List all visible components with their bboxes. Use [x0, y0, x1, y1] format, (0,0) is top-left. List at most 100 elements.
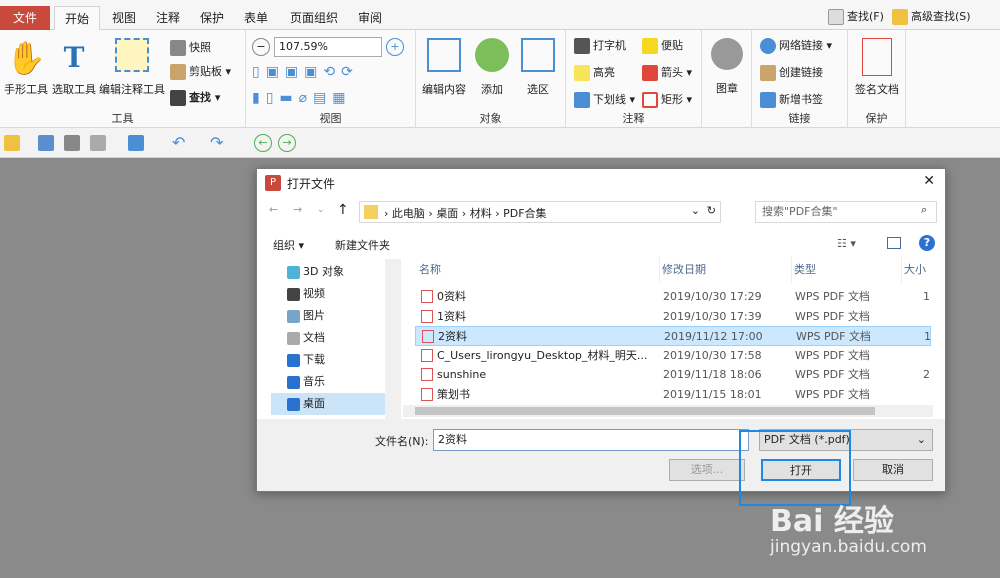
- print-icon[interactable]: [64, 135, 80, 151]
- file-date: 2019/10/30 17:58: [663, 348, 762, 362]
- tab-page-org[interactable]: 页面组织: [282, 6, 346, 30]
- hand-tool-button[interactable]: ✋ 手形工具: [2, 38, 50, 97]
- tab-protect[interactable]: 保护: [192, 6, 232, 30]
- download-icon: [287, 353, 300, 367]
- web-link-button[interactable]: 网络链接 ▾: [760, 36, 832, 56]
- sign-doc-button[interactable]: 签名文档: [852, 38, 902, 97]
- nav-item-pictures[interactable]: 图片: [271, 305, 401, 327]
- organize-button[interactable]: 组织 ▾: [273, 237, 304, 253]
- highlight-button[interactable]: 高亮: [574, 63, 615, 83]
- new-bookmark-button[interactable]: 新增书签: [760, 90, 823, 110]
- back-icon[interactable]: ←: [254, 134, 272, 152]
- tab-view[interactable]: 视图: [104, 6, 144, 30]
- forward-icon[interactable]: →: [278, 134, 296, 152]
- horizontal-scrollbar[interactable]: [403, 405, 933, 417]
- chevron-down-icon[interactable]: ⌄: [691, 204, 700, 217]
- text-cursor-icon: T: [63, 41, 85, 74]
- help-icon[interactable]: ?: [919, 235, 935, 251]
- column-header-size[interactable]: 大小: [901, 257, 931, 283]
- edit-annot-button[interactable]: 编辑注释工具: [98, 38, 166, 97]
- redo-icon[interactable]: ↷: [210, 133, 223, 152]
- address-bar[interactable]: › 此电脑 › 桌面 › 材料 › PDF合集 ⌄ ↻: [359, 201, 721, 223]
- edit-content-button[interactable]: 编辑内容: [420, 38, 468, 97]
- refresh-icon[interactable]: ↻: [707, 204, 716, 217]
- close-icon[interactable]: ✕: [923, 173, 935, 189]
- tab-annotate[interactable]: 注释: [148, 6, 188, 30]
- file-size: 1: [923, 290, 930, 303]
- scan-icon[interactable]: [128, 135, 144, 151]
- new-folder-button[interactable]: 新建文件夹: [335, 237, 390, 253]
- find-button[interactable]: 查找(F): [828, 8, 884, 25]
- column-header-type[interactable]: 类型: [791, 257, 901, 283]
- view-mode-icons[interactable]: ▮▯▬⌀▤▦: [252, 90, 408, 110]
- file-row[interactable]: 1资料 2019/10/30 17:39 WPS PDF 文档: [415, 307, 931, 327]
- region-button[interactable]: 选区: [516, 38, 560, 97]
- advanced-find-button[interactable]: 高级查找(S): [892, 8, 971, 25]
- crumb[interactable]: 桌面: [436, 207, 458, 220]
- bookmark-icon: [760, 92, 776, 108]
- tab-file[interactable]: 文件: [0, 6, 50, 30]
- camera-icon: [170, 40, 186, 56]
- view-options-icon[interactable]: ☷ ▾: [837, 237, 856, 250]
- file-row-selected[interactable]: 2资料 2019/11/12 17:00 WPS PDF 文档 1: [415, 326, 931, 346]
- column-header-modified[interactable]: 修改日期: [659, 257, 791, 283]
- file-row[interactable]: C_Users_lirongyu_Desktop_材料_明天... 2019/10…: [415, 346, 931, 366]
- tab-review[interactable]: 审阅: [350, 6, 390, 30]
- options-button[interactable]: 选项...: [669, 459, 745, 481]
- recent-dropdown-icon[interactable]: ⌄: [317, 205, 325, 215]
- column-header-name[interactable]: 名称: [419, 257, 659, 283]
- cube-icon: [287, 265, 300, 279]
- nav-item-video[interactable]: 视频: [271, 283, 401, 305]
- crumb[interactable]: 材料: [470, 207, 492, 220]
- zoom-in-button[interactable]: +: [386, 38, 404, 56]
- rect-button[interactable]: 矩形 ▾: [642, 90, 692, 110]
- find-icon: [170, 90, 186, 106]
- tab-start[interactable]: 开始: [54, 6, 100, 30]
- nav-item-downloads[interactable]: 下载: [271, 349, 401, 371]
- note-button[interactable]: 便贴: [642, 36, 683, 56]
- save-icon[interactable]: [38, 135, 54, 151]
- preview-pane-icon[interactable]: [887, 237, 901, 249]
- select-tool-button[interactable]: T 选取工具: [50, 38, 98, 97]
- file-row[interactable]: 策划书 2019/11/15 18:01 WPS PDF 文档: [415, 385, 931, 405]
- crumb[interactable]: 此电脑: [392, 207, 425, 220]
- underline-icon: [574, 92, 590, 108]
- nav-item-desktop[interactable]: 桌面: [271, 393, 401, 415]
- nav-item-documents[interactable]: 文档: [271, 327, 401, 349]
- back-arrow-icon[interactable]: ←: [269, 203, 278, 216]
- group-link: 网络链接 ▾ 创建链接 新增书签 链接: [752, 30, 848, 128]
- scroll-thumb[interactable]: [415, 407, 875, 415]
- email-icon[interactable]: [90, 135, 106, 151]
- watermark-url: jingyan.baidu.com: [770, 537, 927, 557]
- pdf-icon: [421, 387, 433, 401]
- arrow-button[interactable]: 箭头 ▾: [642, 63, 692, 83]
- cancel-button[interactable]: 取消: [853, 459, 933, 481]
- create-link-button[interactable]: 创建链接: [760, 63, 823, 83]
- underline-button[interactable]: 下划线 ▾: [574, 90, 635, 110]
- file-name: 1资料: [437, 309, 466, 323]
- find-tool-button[interactable]: 查找 ▾: [170, 88, 220, 108]
- undo-icon[interactable]: ↶: [172, 133, 185, 152]
- nav-scrollbar[interactable]: [385, 259, 401, 419]
- add-object-button[interactable]: 添加: [470, 38, 514, 97]
- forward-arrow-icon[interactable]: →: [293, 203, 302, 216]
- open-folder-icon[interactable]: [4, 135, 20, 151]
- add-icon: [475, 38, 509, 72]
- page-nav-icons[interactable]: ▯▣▣▣⟲⟳: [252, 64, 408, 84]
- typewriter-button[interactable]: 打字机: [574, 36, 626, 56]
- clipboard-button[interactable]: 剪贴板 ▾: [170, 62, 231, 82]
- tab-form[interactable]: 表单: [236, 6, 276, 30]
- zoom-input[interactable]: 107.59%: [274, 37, 382, 57]
- file-row[interactable]: 0资料 2019/10/30 17:29 WPS PDF 文档 1: [415, 287, 931, 307]
- up-arrow-icon[interactable]: ↑: [337, 202, 349, 218]
- snapshot-button[interactable]: 快照: [170, 38, 211, 58]
- clipboard-icon: [170, 64, 186, 80]
- crumb[interactable]: PDF合集: [503, 207, 546, 220]
- filename-input[interactable]: 2资料: [433, 429, 749, 451]
- file-row[interactable]: sunshine 2019/11/18 18:06 WPS PDF 文档 2: [415, 365, 931, 385]
- stamp-button[interactable]: 图章: [706, 38, 748, 96]
- zoom-out-button[interactable]: −: [252, 38, 270, 56]
- nav-item-3d[interactable]: 3D 对象: [271, 261, 401, 283]
- nav-item-music[interactable]: 音乐: [271, 371, 401, 393]
- search-input[interactable]: 搜索"PDF合集": [755, 201, 937, 223]
